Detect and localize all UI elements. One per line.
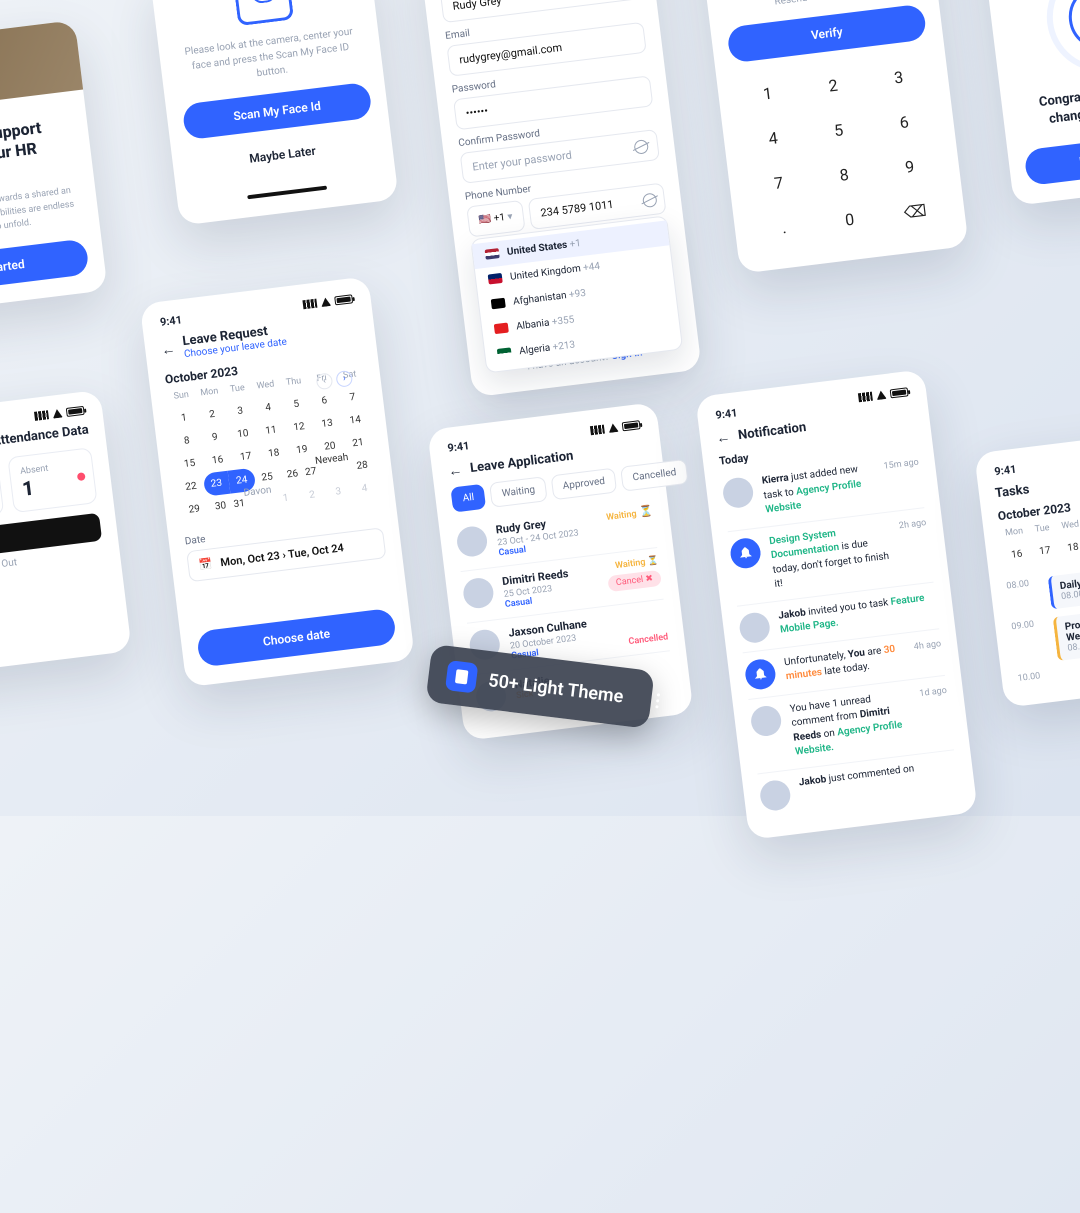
filter-approved[interactable]: Approved: [550, 468, 617, 501]
back-icon[interactable]: ←: [160, 340, 176, 359]
key-7[interactable]: 7: [743, 157, 814, 210]
date-23[interactable]: 23: [202, 471, 230, 497]
choose-date-button[interactable]: Choose date: [196, 608, 397, 668]
get-started-button[interactable]: Get Started: [0, 238, 90, 297]
signup-screen: Register first to enjoy the service. Ful…: [418, 0, 701, 397]
tasks-screen: 9:41 Tasks October 2023 MonTueWedThuFriS…: [974, 426, 1080, 708]
late-card: Late 2: [0, 459, 4, 525]
cancel-button[interactable]: Cancel ✖: [607, 570, 662, 592]
home-indicator: [247, 186, 327, 200]
key-dot[interactable]: .: [749, 201, 820, 254]
key-4[interactable]: 4: [738, 112, 809, 165]
onboarding-hero-image: [0, 20, 83, 116]
filter-cancelled[interactable]: Cancelled: [620, 459, 688, 492]
filter-all[interactable]: All: [450, 484, 486, 513]
key-2[interactable]: 2: [798, 59, 869, 112]
success-screen: 9:41 Congrats! your passwordchanged succ…: [978, 0, 1080, 206]
task-card[interactable]: Daily Scrum08.00 - 09.00: [1048, 558, 1080, 610]
back-icon[interactable]: ←: [715, 428, 731, 447]
key-6[interactable]: 6: [869, 96, 940, 149]
key-1[interactable]: 1: [732, 67, 803, 120]
success-illustration: [1041, 0, 1080, 78]
key-0[interactable]: 0: [814, 193, 885, 246]
key-backspace[interactable]: ⌫: [880, 185, 951, 238]
filter-waiting[interactable]: Waiting: [489, 476, 547, 508]
key-3[interactable]: 3: [863, 51, 934, 104]
country-code-select[interactable]: 🇺🇸 +1 ▾: [466, 200, 525, 238]
verify-screen: We have to sent verification to your mob…: [696, 0, 969, 274]
theme-icon: [445, 660, 478, 693]
leave-request-screen: 9:41 ← Leave RequestChoose your leave da…: [140, 276, 415, 687]
absent-card: Absent 1: [7, 447, 97, 513]
country-dropdown: United States +1 United Kingdom +44 Afgh…: [470, 215, 683, 373]
numeric-keypad: 123 456 789 .0⌫: [732, 51, 950, 254]
bell-icon: [729, 536, 762, 569]
key-8[interactable]: 8: [809, 149, 880, 202]
attendance-screen: Attendance Data Late 2 Absent 1 Clock In…: [0, 390, 132, 677]
faceid-screen: Please look at the camera, center your f…: [150, 0, 398, 226]
back-to-signin-button[interactable]: Back to Sign in: [1024, 128, 1080, 187]
back-icon[interactable]: ←: [447, 461, 463, 480]
calendar-icon: 📅: [198, 557, 213, 572]
onboarding-body: Let us take the first step towards a sha…: [0, 184, 83, 247]
key-5[interactable]: 5: [803, 104, 874, 157]
notification-screen: 9:41 ←Notification Today Kierra just add…: [695, 369, 978, 839]
bell-icon: [744, 657, 777, 690]
onboarding-screen: We're Here to Support You through Your H…: [0, 20, 108, 316]
key-9[interactable]: 9: [874, 141, 945, 194]
